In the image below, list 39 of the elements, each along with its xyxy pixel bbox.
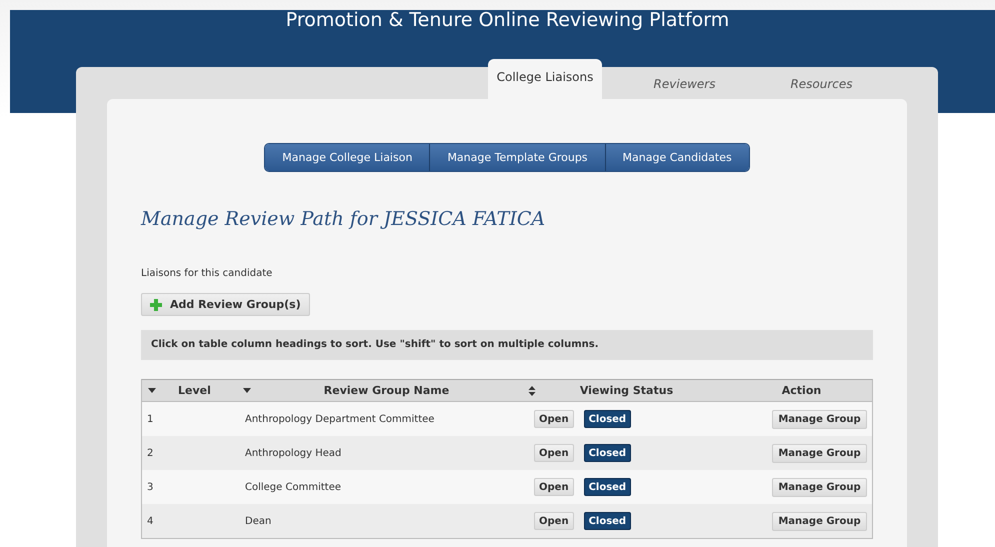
table-cell: 1 xyxy=(147,414,154,424)
table-cell: 2 xyxy=(147,448,154,458)
column-header[interactable]: Viewing Status xyxy=(522,384,717,397)
manage-group-button[interactable]: Manage Group xyxy=(772,478,867,496)
table-cell: 4 xyxy=(147,516,154,526)
tab[interactable]: College Liaisons xyxy=(488,59,602,99)
status-toggle-button[interactable]: Open xyxy=(534,410,574,428)
sort-down-icon xyxy=(148,388,156,393)
nav-button[interactable]: Manage Candidates xyxy=(604,144,749,171)
status-toggle-button[interactable]: Closed xyxy=(584,444,632,462)
plus-icon xyxy=(150,298,162,310)
nav-button[interactable]: Manage Template Groups xyxy=(429,144,605,171)
liaisons-label: Liaisons for this candidate xyxy=(141,268,274,279)
status-toggle-button[interactable]: Closed xyxy=(584,478,632,496)
manage-group-button[interactable]: Manage Group xyxy=(772,410,867,428)
sort-hint: Click on table column headings to sort. Use "shift" to sort on multiple columns. xyxy=(141,330,873,360)
table-cell: College Committee xyxy=(245,482,341,492)
status-toggle-button[interactable]: Open xyxy=(534,478,574,496)
status-toggle-button[interactable]: Closed xyxy=(584,512,632,530)
table-cell: Dean xyxy=(245,516,272,526)
column-header[interactable]: Review Group Name xyxy=(237,384,522,397)
tab[interactable]: Resources xyxy=(753,67,890,99)
status-toggle-button[interactable]: Open xyxy=(534,512,574,530)
page-heading: Manage Review Path for JESSICA FATICA xyxy=(141,208,546,230)
table-cell: Anthropology Head xyxy=(245,448,342,458)
manage-group-button[interactable]: Manage Group xyxy=(772,512,867,530)
sort-icon xyxy=(528,386,536,396)
tab[interactable]: Reviewers xyxy=(616,67,753,99)
table-cell: 3 xyxy=(147,482,154,492)
status-toggle-button[interactable]: Closed xyxy=(584,410,632,428)
nav-button[interactable]: Manage College Liaison xyxy=(265,144,430,171)
site-title: Promotion & Tenure Online Reviewing Platform xyxy=(284,10,730,30)
sort-down-icon xyxy=(243,388,251,393)
add-review-group-button[interactable]: Add Review Group(s) xyxy=(141,293,310,316)
column-header[interactable]: Action xyxy=(717,384,872,397)
manage-group-button[interactable]: Manage Group xyxy=(772,444,867,462)
status-toggle-button[interactable]: Open xyxy=(534,444,574,462)
column-header[interactable]: Level xyxy=(142,384,237,397)
table-cell: Anthropology Department Committee xyxy=(245,414,434,424)
